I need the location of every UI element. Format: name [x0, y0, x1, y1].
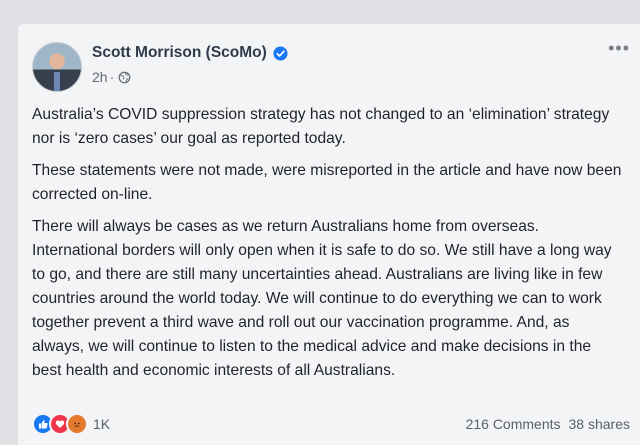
comments-count-link[interactable]: 216 Comments	[466, 416, 561, 432]
reaction-count: 1K	[93, 416, 111, 432]
more-options-icon[interactable]: •••	[608, 38, 630, 59]
angry-icon	[66, 413, 88, 435]
facebook-post: Scott Morrison (ScoMo) 2h · ••• Australi…	[18, 24, 640, 445]
engagement-stats: 216 Comments 38 shares	[466, 416, 630, 432]
post-meta: 2h ·	[92, 69, 131, 85]
post-paragraph: These statements were not made, were mis…	[32, 162, 622, 203]
avatar-tie	[54, 72, 60, 91]
post-paragraph: Australia’s COVID suppression strategy h…	[32, 106, 610, 147]
post-author: Scott Morrison (ScoMo)	[92, 44, 288, 62]
shares-count-link[interactable]: 38 shares	[569, 416, 630, 432]
reactions-summary[interactable]: 1K	[32, 413, 110, 435]
avatar[interactable]	[32, 42, 82, 92]
post-paragraph: There will always be cases as we return …	[32, 218, 612, 379]
verified-badge-icon	[273, 45, 288, 61]
separator-dot: ·	[109, 69, 115, 85]
post-time[interactable]: 2h	[92, 69, 108, 85]
globe-icon	[118, 71, 131, 83]
post-body: Australia’s COVID suppression strategy h…	[32, 103, 624, 391]
author-name[interactable]: Scott Morrison (ScoMo)	[92, 44, 267, 62]
post-footer: 1K 216 Comments 38 shares	[32, 413, 630, 435]
